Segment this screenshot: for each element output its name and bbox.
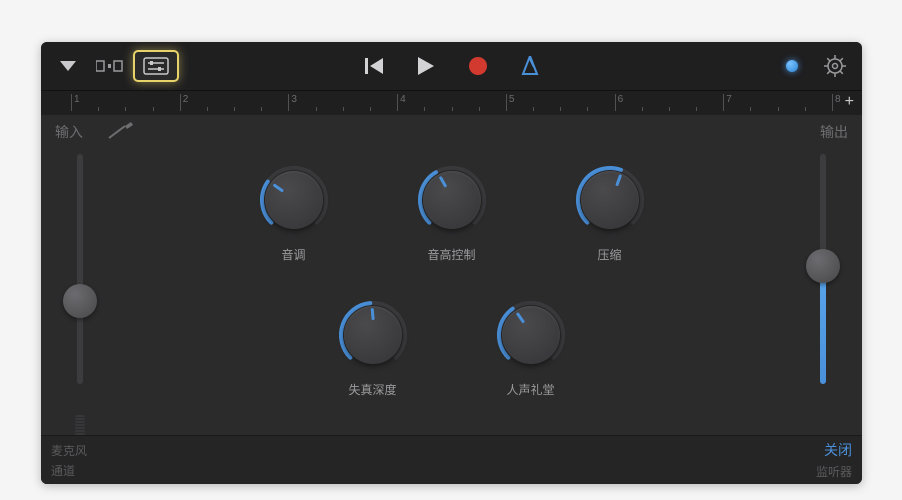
monitor-label[interactable]: 监听器 [816,463,852,480]
collapse-button[interactable] [51,51,85,81]
channel-label[interactable]: 通道 [51,462,87,479]
ruler-tick: 1 [74,94,80,105]
knob-label: 失真深度 [348,381,396,398]
audio-editor-panel: + 1 2 3 4 5 6 7 8 输入 输出 音调 音高控制 压缩 失真深度 人声礼堂 麦克风 通… [41,42,862,484]
input-label: 输入 [55,122,83,142]
add-track-button[interactable]: + [845,93,854,111]
knob-音高控制[interactable]: 音高控制 [407,164,497,263]
ruler-tick: 6 [618,94,624,105]
knob-压缩[interactable]: 压缩 [565,164,655,263]
master-volume-knob[interactable] [786,60,798,72]
settings-button[interactable] [818,51,852,81]
knob-音调[interactable]: 音调 [249,164,339,263]
knob-人声礼堂[interactable]: 人声礼堂 [486,299,576,398]
knob-label: 音调 [281,246,305,263]
ruler-tick: 4 [400,94,406,105]
source-label[interactable]: 麦克风 [51,442,87,459]
knob-row-2: 失真深度 人声礼堂 [41,299,862,398]
toolbar [41,42,862,90]
ruler-tick: 5 [509,94,515,105]
timeline-ruler[interactable]: + 1 2 3 4 5 6 7 8 [41,90,862,115]
close-button[interactable]: 关闭 [824,440,852,460]
rewind-button[interactable] [357,51,391,81]
metronome-button[interactable] [513,51,547,81]
knob-row-1: 音调 音高控制 压缩 [41,164,862,263]
view-mode-track-button[interactable] [89,52,131,80]
output-label: 输出 [820,122,848,142]
bottom-bar: 麦克风 通道 关闭 监听器 [41,435,862,484]
audio-cable-icon [107,122,135,145]
knob-label: 音高控制 [427,246,475,263]
knob-label: 压缩 [597,246,621,263]
ruler-tick: 2 [183,94,189,105]
ruler-tick: 8 [835,94,841,105]
editor-body: 输入 输出 音调 音高控制 压缩 失真深度 人声礼堂 麦克风 通道 关闭 监听器 [41,114,862,484]
ruler-tick: 7 [726,94,732,105]
record-button[interactable] [461,51,495,81]
knob-失真深度[interactable]: 失真深度 [328,299,418,398]
knob-label: 人声礼堂 [506,381,554,398]
view-mode-fx-button[interactable] [135,52,177,80]
ruler-tick: 3 [291,94,297,105]
play-button[interactable] [409,51,443,81]
